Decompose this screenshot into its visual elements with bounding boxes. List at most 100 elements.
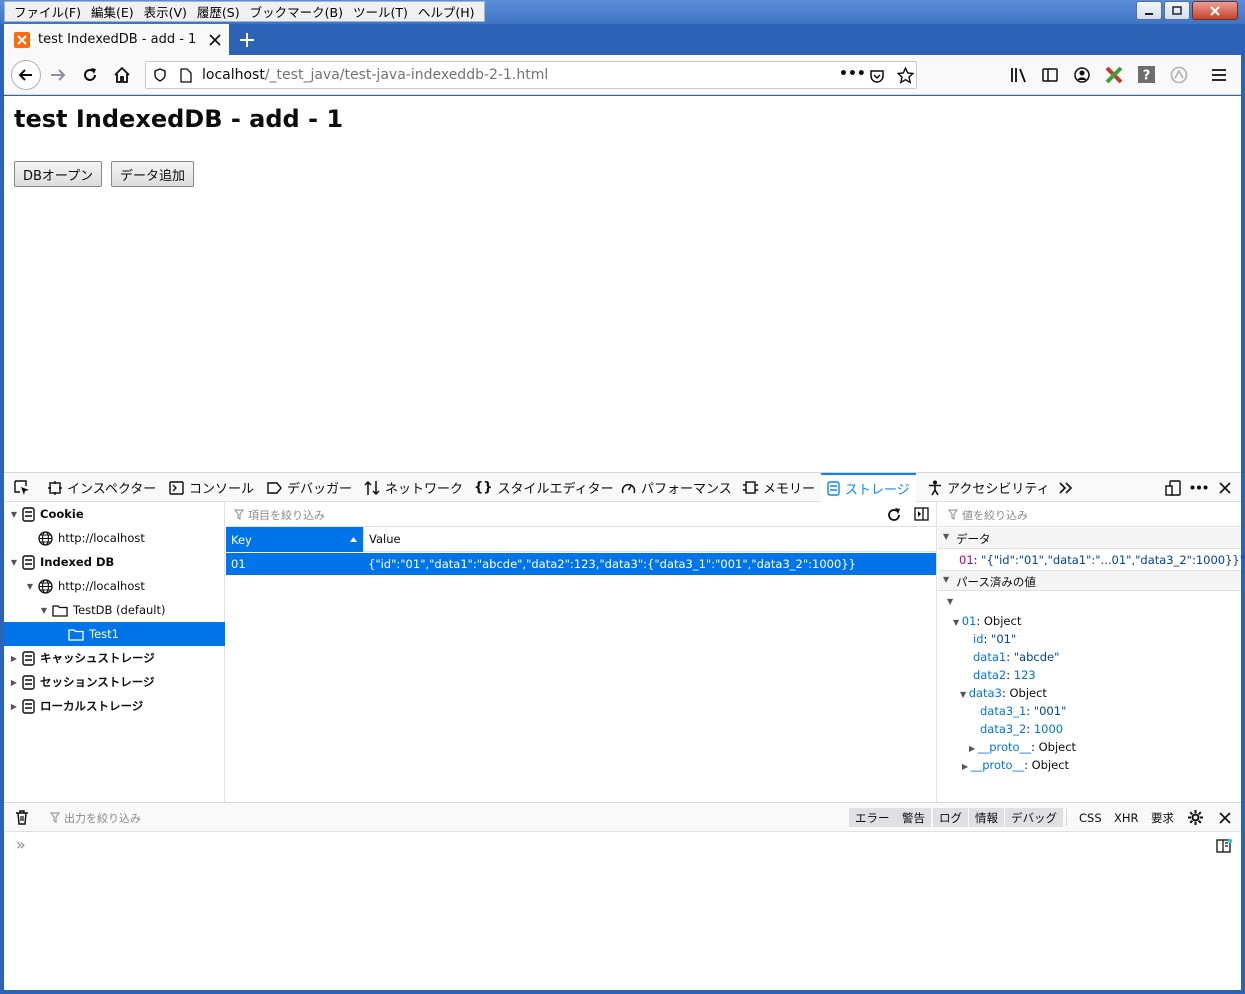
filter-requests-button[interactable]: 要求: [1145, 808, 1180, 827]
tab-network[interactable]: ネットワーク: [364, 473, 463, 502]
menu-help[interactable]: ヘルプ(H): [413, 2, 480, 21]
menu-history[interactable]: 履歴(S): [192, 2, 245, 21]
data-section-header[interactable]: ▼ データ: [938, 528, 1241, 549]
tree-node-root[interactable]: ▼ 01: Object: [953, 614, 1021, 628]
close-window-button[interactable]: [1192, 1, 1238, 20]
twisty-closed-icon[interactable]: ▶: [9, 702, 19, 711]
tab-accessibility[interactable]: アクセシビリティ: [928, 473, 1050, 502]
editor-mode-icon[interactable]: [1216, 839, 1232, 853]
reload-icon[interactable]: [81, 66, 99, 84]
hamburger-menu-icon[interactable]: [1211, 67, 1227, 83]
menu-edit[interactable]: 編集(E): [86, 2, 139, 21]
close-tab-icon[interactable]: [209, 33, 221, 46]
twisty-open-icon[interactable]: ▼: [9, 510, 19, 519]
maximize-button[interactable]: [1164, 1, 1190, 20]
tree-item[interactable]: ▼ TestDB (default): [4, 598, 225, 622]
tree-item[interactable]: http://localhost: [4, 526, 225, 550]
twisty-open-icon[interactable]: ▼: [9, 558, 19, 567]
extension-circle-icon[interactable]: [1170, 66, 1188, 84]
new-tab-icon[interactable]: [238, 31, 256, 49]
help-extension-icon[interactable]: ?: [1138, 66, 1155, 83]
url-text[interactable]: localhost/_test_java/test-java-indexeddb…: [202, 67, 548, 83]
twisty-closed-icon[interactable]: ▶: [9, 678, 19, 687]
filter-info-button[interactable]: 情報: [969, 808, 1004, 827]
refresh-icon[interactable]: [886, 507, 902, 523]
filter-css-button[interactable]: CSS: [1073, 808, 1108, 827]
home-icon[interactable]: [113, 66, 131, 84]
forward-arrow-icon[interactable]: [49, 66, 67, 84]
twisty-open-icon[interactable]: ▼: [39, 606, 49, 615]
url-bar[interactable]: localhost/_test_java/test-java-indexeddb…: [145, 61, 917, 89]
tree-node-id: id: "01": [973, 632, 1017, 646]
add-data-button[interactable]: データ追加: [111, 161, 195, 187]
tree-item[interactable]: ▶ セッションストレージ: [4, 670, 225, 694]
tab-inspector[interactable]: インスペクター: [48, 473, 156, 502]
page-actions-button[interactable]: •••: [839, 66, 866, 82]
twisty-closed-icon[interactable]: ▶: [9, 654, 19, 663]
tab-label: デバッガー: [287, 482, 353, 497]
close-console-icon[interactable]: [1219, 812, 1231, 824]
tree-node-proto-inner[interactable]: ▶ __proto__: Object: [969, 740, 1076, 754]
tree-item[interactable]: ▼ Cookie: [4, 502, 225, 526]
node-key: id: [973, 632, 984, 646]
column-header-key[interactable]: Key: [226, 527, 363, 552]
twisty-open-icon[interactable]: ▼: [947, 597, 953, 606]
column-header-value[interactable]: Value: [363, 527, 936, 552]
minimize-icon: [1145, 12, 1153, 15]
account-icon[interactable]: [1074, 67, 1090, 83]
tab-console[interactable]: コンソール: [169, 473, 254, 502]
filter-xhr-button[interactable]: XHR: [1108, 808, 1145, 827]
node-key: data1: [973, 650, 1007, 664]
menu-view[interactable]: 表示(V): [139, 2, 192, 21]
page-info-icon[interactable]: [180, 68, 192, 83]
tab-label: スタイルエディター: [497, 482, 614, 497]
tree-item[interactable]: ▼ http://localhost: [4, 574, 225, 598]
tracking-shield-icon[interactable]: [153, 68, 167, 82]
tab-debugger[interactable]: デバッガー: [267, 473, 352, 502]
parsed-section-header[interactable]: ▼ パース済みの値: [938, 570, 1241, 591]
sidebar-toggle-icon[interactable]: [1042, 67, 1058, 83]
back-button[interactable]: [11, 60, 41, 90]
tree-node-proto-outer[interactable]: ▶ __proto__: Object: [962, 758, 1069, 772]
menu-tools[interactable]: ツール(T): [348, 2, 413, 21]
sidebar-filter-input[interactable]: 値を絞り込み: [962, 507, 1028, 523]
devtools-menu-icon[interactable]: [1190, 485, 1208, 490]
table-filter-input[interactable]: 項目を絞り込み: [248, 507, 325, 523]
console-filter-input[interactable]: 出力を絞り込み: [64, 810, 141, 826]
tree-item[interactable]: ▶ ローカルストレージ: [4, 694, 225, 718]
element-picker-icon[interactable]: [14, 480, 30, 496]
menu-file[interactable]: ファイル(F): [9, 2, 86, 21]
tab-performance[interactable]: パフォーマンス: [621, 473, 732, 502]
browser-tab[interactable]: test IndexedDB - add - 1: [4, 24, 229, 55]
tab-storage[interactable]: ストレージ: [821, 473, 916, 502]
tab-memory[interactable]: メモリー: [743, 473, 815, 502]
node-type: Object: [1031, 758, 1070, 772]
bookmark-star-icon[interactable]: [897, 67, 914, 84]
tree-item[interactable]: ▶ キャッシュストレージ: [4, 646, 225, 670]
filter-debug-button[interactable]: デバッグ: [1005, 808, 1063, 827]
filter-warning-button[interactable]: 警告: [896, 808, 931, 827]
extension-x-icon[interactable]: [1105, 66, 1123, 84]
filter-log-button[interactable]: ログ: [933, 808, 968, 827]
filter-icon: [948, 509, 958, 520]
dock-toggle-icon[interactable]: [1165, 480, 1181, 496]
pocket-icon[interactable]: [869, 68, 885, 84]
toggle-sidebar-icon[interactable]: [914, 507, 930, 522]
tree-item[interactable]: ▼ Indexed DB: [4, 550, 225, 574]
more-tabs-chevron-icon[interactable]: [1059, 482, 1073, 494]
console-prompt[interactable]: »: [16, 835, 26, 854]
tree-node-data3[interactable]: ▼ data3: Object: [960, 686, 1047, 700]
console-settings-gear-icon[interactable]: [1187, 809, 1204, 826]
db-open-button[interactable]: DBオープン: [14, 161, 103, 187]
close-devtools-icon[interactable]: [1219, 482, 1231, 494]
table-row[interactable]: 01 {"id":"01","data1":"abcde","data2":12…: [226, 553, 936, 575]
twisty-open-icon[interactable]: ▼: [25, 582, 35, 591]
tab-style-editor[interactable]: {} スタイルエディター: [474, 473, 614, 502]
filter-error-button[interactable]: エラー: [849, 808, 896, 827]
minimize-button[interactable]: [1136, 1, 1162, 20]
storage-tree: ▼ Cookie http://localhost ▼ Indexed DB ▼ http:…: [4, 502, 225, 802]
menu-bookmarks[interactable]: ブックマーク(B): [245, 2, 348, 21]
tree-item[interactable]: Test1: [4, 622, 225, 646]
library-icon[interactable]: [1010, 67, 1028, 83]
trash-icon[interactable]: [15, 810, 29, 825]
